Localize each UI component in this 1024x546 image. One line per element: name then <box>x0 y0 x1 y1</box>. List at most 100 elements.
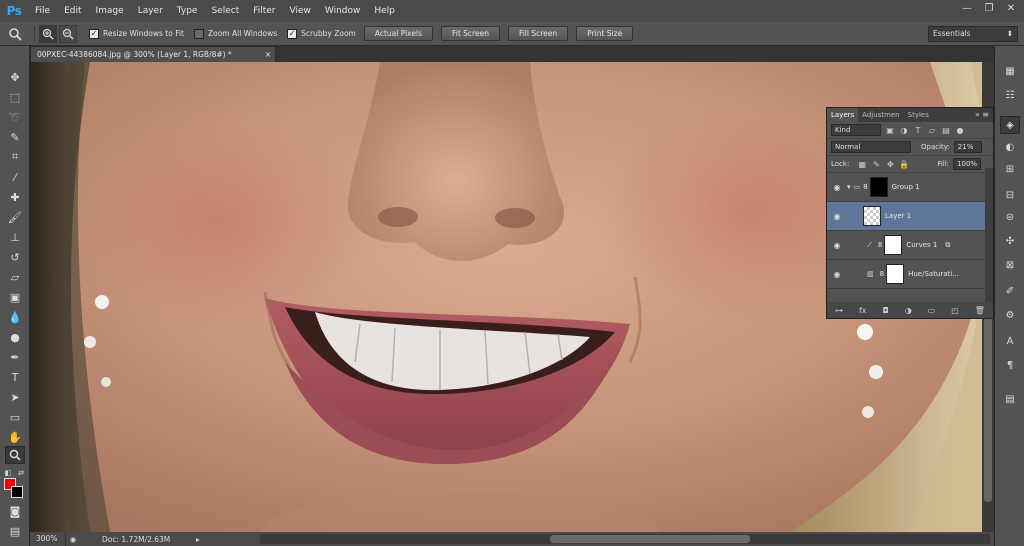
menu-filter[interactable]: Filter <box>246 0 282 22</box>
zoom-level-field[interactable]: 300% <box>30 532 66 546</box>
link-layers-icon[interactable]: ⊶ <box>835 306 843 315</box>
tab-styles[interactable]: Styles <box>904 108 933 122</box>
horizontal-scrollbar[interactable] <box>260 534 990 544</box>
resize-windows-option[interactable]: ✓ Resize Windows to Fit <box>89 28 184 39</box>
zoom-all-option[interactable]: Zoom All Windows <box>193 28 277 39</box>
quick-mask-icon[interactable]: ◙ <box>5 502 25 520</box>
crop-tool-icon[interactable]: ⌗ <box>5 148 25 166</box>
adjustment-filter-icon[interactable]: ◑ <box>899 125 909 135</box>
visibility-eye-icon[interactable]: ◉ <box>827 212 847 221</box>
actions-panel-icon[interactable]: ▤ <box>1000 390 1020 408</box>
mask-thumbnail[interactable] <box>886 264 905 284</box>
paragraph-panel-icon[interactable]: ¶ <box>1000 356 1020 374</box>
layer-thumbnail[interactable] <box>863 206 881 226</box>
menu-file[interactable]: File <box>28 0 57 22</box>
eraser-tool-icon[interactable]: ▱ <box>5 268 25 286</box>
scrubby-zoom-option[interactable]: ✓ Scrubby Zoom <box>287 28 356 39</box>
lock-image-icon[interactable]: ✎ <box>871 159 881 169</box>
tool-presets-icon[interactable]: ⚙ <box>1000 306 1020 324</box>
healing-brush-tool-icon[interactable]: ✚ <box>5 188 25 206</box>
pixel-filter-icon[interactable]: ▣ <box>885 125 895 135</box>
horizontal-scroll-thumb[interactable] <box>550 535 750 543</box>
mask-thumbnail[interactable] <box>869 177 888 197</box>
eyedropper-tool-icon[interactable]: ⁄ <box>5 168 25 186</box>
layers-scrollbar[interactable] <box>985 168 993 304</box>
gradient-tool-icon[interactable]: ▣ <box>5 288 25 306</box>
brush-panel-icon[interactable]: ✐ <box>1000 282 1020 300</box>
visibility-eye-icon[interactable]: ◉ <box>827 270 847 279</box>
blur-tool-icon[interactable]: 💧 <box>5 308 25 326</box>
character-panel-icon[interactable]: A <box>1000 332 1020 350</box>
new-adjustment-icon[interactable]: ◑ <box>905 306 912 315</box>
blend-mode-select[interactable]: Normal <box>831 141 911 153</box>
pen-tool-icon[interactable]: ✒ <box>5 348 25 366</box>
add-mask-icon[interactable]: ◘ <box>882 306 888 315</box>
move-tool-icon[interactable]: ✥ <box>5 68 25 86</box>
panel-menu-icon[interactable]: » ≡ <box>975 110 989 119</box>
fill-field[interactable]: 100% <box>953 158 982 170</box>
tab-layers[interactable]: Layers <box>827 108 859 122</box>
close-tab-icon[interactable]: × <box>265 47 271 62</box>
menu-image[interactable]: Image <box>89 0 131 22</box>
close-button[interactable]: ✕ <box>1002 2 1020 16</box>
share-icon[interactable]: ◉ <box>66 532 80 546</box>
swap-colors-icon[interactable]: ⇄ <box>16 464 26 482</box>
visibility-eye-icon[interactable]: ◉ <box>827 183 847 192</box>
new-layer-icon[interactable]: ◰ <box>951 306 959 315</box>
maximize-button[interactable]: ❐ <box>980 2 998 16</box>
lock-transparent-icon[interactable]: ▦ <box>857 159 867 169</box>
fx-icon[interactable]: fx <box>859 306 867 315</box>
group-expand-icon[interactable]: ▾ <box>847 183 851 191</box>
color-panel-icon[interactable]: ◐ <box>1000 138 1020 156</box>
clone-stamp-tool-icon[interactable]: ⊥ <box>5 228 25 246</box>
paths-panel-icon[interactable]: ⊠ <box>1000 256 1020 274</box>
hand-tool-icon[interactable]: ✋ <box>5 428 25 446</box>
print-size-button[interactable]: Print Size <box>576 26 634 41</box>
menu-view[interactable]: View <box>283 0 318 22</box>
menu-layer[interactable]: Layer <box>131 0 170 22</box>
navigator-panel-icon[interactable]: ✣ <box>1000 232 1020 250</box>
actual-pixels-button[interactable]: Actual Pixels <box>363 26 433 41</box>
fit-screen-button[interactable]: Fit Screen <box>440 26 500 41</box>
layer-row-hue-saturation[interactable]: ◉ ▥ 8 Hue/Saturati... <box>827 260 993 289</box>
history-brush-tool-icon[interactable]: ↺ <box>5 248 25 266</box>
lock-all-icon[interactable]: 🔒 <box>899 159 909 169</box>
visibility-eye-icon[interactable]: ◉ <box>827 241 847 250</box>
resize-windows-checkbox[interactable]: ✓ <box>89 28 99 39</box>
opacity-field[interactable]: 21% <box>953 141 982 153</box>
shape-tool-icon[interactable]: ▭ <box>5 408 25 426</box>
adjustments-panel-icon[interactable]: ⊟ <box>1000 186 1020 204</box>
shape-filter-icon[interactable]: ▱ <box>927 125 937 135</box>
smart-object-filter-icon[interactable]: ▤ <box>941 125 951 135</box>
filter-toggle-icon[interactable]: ● <box>955 125 965 135</box>
document-tab[interactable]: 00PXEC-44386084.jpg @ 300% (Layer 1, RGB… <box>30 46 276 62</box>
zoom-tool-preset[interactable] <box>0 22 30 46</box>
delete-layer-icon[interactable]: 🗑 <box>975 306 985 315</box>
scrubby-zoom-checkbox[interactable]: ✓ <box>287 28 298 39</box>
tab-adjustments[interactable]: Adjustmen <box>858 108 903 122</box>
marquee-tool-icon[interactable]: ⬚ <box>5 88 25 106</box>
workspace-switcher[interactable]: Essentials ⬍ <box>928 26 1018 42</box>
background-color-swatch[interactable] <box>11 486 23 498</box>
layer-row-group-1[interactable]: ◉ ▾ ▭ 8 Group 1 <box>827 173 993 202</box>
zoom-in-button[interactable] <box>39 24 57 43</box>
menu-type[interactable]: Type <box>170 0 205 22</box>
zoom-all-checkbox[interactable] <box>193 28 204 39</box>
swatches-panel-icon[interactable]: ⊞ <box>1000 160 1020 178</box>
channels-panel-icon[interactable]: ⊜ <box>1000 208 1020 226</box>
dodge-tool-icon[interactable]: ● <box>5 328 25 346</box>
mask-thumbnail[interactable] <box>884 235 903 255</box>
menu-edit[interactable]: Edit <box>57 0 88 22</box>
minimize-button[interactable]: — <box>958 2 976 16</box>
layer-row-layer-1[interactable]: ◉ Layer 1 <box>827 202 993 231</box>
lock-position-icon[interactable]: ✥ <box>885 159 895 169</box>
zoom-tool-icon[interactable] <box>5 446 25 464</box>
status-menu-arrow-icon[interactable]: ▸ <box>196 535 206 544</box>
menu-help[interactable]: Help <box>367 0 402 22</box>
zoom-out-button[interactable] <box>59 24 77 43</box>
fill-screen-button[interactable]: Fill Screen <box>507 26 569 41</box>
type-filter-icon[interactable]: T <box>913 125 923 135</box>
layers-panel-icon[interactable]: ◈ <box>1000 116 1020 134</box>
new-group-icon[interactable]: ▭ <box>928 306 936 315</box>
history-panel-icon[interactable]: ▦ <box>1000 62 1020 80</box>
